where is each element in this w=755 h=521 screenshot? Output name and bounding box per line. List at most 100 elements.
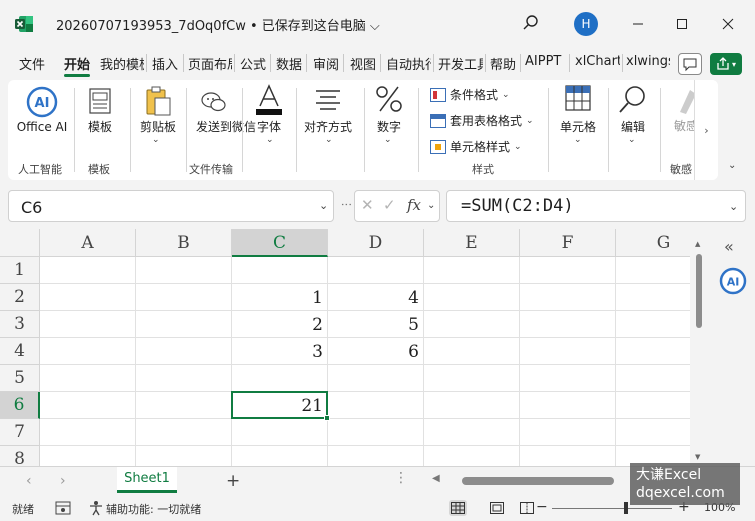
horizontal-scroll-thumb[interactable] bbox=[462, 477, 614, 485]
tab-options-icon[interactable]: ⋮ bbox=[394, 470, 408, 486]
enter-check-icon[interactable]: ✓ bbox=[383, 196, 396, 214]
cell-e8[interactable] bbox=[424, 446, 520, 466]
cell-styles-button[interactable]: 单元格样式 ⌄ bbox=[430, 138, 522, 155]
cell-c4[interactable]: 3 bbox=[232, 338, 328, 365]
zoom-slider-thumb[interactable] bbox=[624, 502, 628, 514]
horizontal-scrollbar[interactable] bbox=[462, 477, 632, 485]
cell-d5[interactable] bbox=[328, 365, 424, 392]
tab-aippt[interactable]: AIPPT bbox=[525, 54, 561, 69]
table-format-button[interactable]: 套用表格格式 ⌄ bbox=[430, 112, 534, 129]
cell-g2[interactable] bbox=[616, 284, 690, 311]
tab-xlwings[interactable]: xlwings bbox=[626, 54, 670, 69]
vertical-scroll-thumb[interactable] bbox=[696, 254, 702, 328]
column-header-a[interactable]: A bbox=[40, 229, 136, 257]
collapse-ribbon-button[interactable]: ⌄ bbox=[728, 160, 736, 171]
tab-home[interactable]: 开始 bbox=[64, 54, 90, 73]
user-avatar[interactable]: H bbox=[574, 12, 598, 36]
cell-f3[interactable] bbox=[520, 311, 616, 338]
row-header-1[interactable]: 1 bbox=[0, 257, 40, 284]
row-header-2[interactable]: 2 bbox=[0, 284, 40, 311]
cell-d6[interactable] bbox=[328, 392, 424, 419]
macro-record-icon[interactable] bbox=[55, 501, 71, 515]
name-box[interactable]: C6 ⌄ bbox=[8, 190, 334, 222]
cell-c8[interactable] bbox=[232, 446, 328, 466]
comments-button[interactable] bbox=[678, 53, 702, 75]
cell-c3[interactable]: 2 bbox=[232, 311, 328, 338]
cell-d7[interactable] bbox=[328, 419, 424, 446]
cell-c1[interactable] bbox=[232, 257, 328, 284]
tab-my-templates[interactable]: 我的模板 bbox=[100, 54, 144, 73]
cell-f7[interactable] bbox=[520, 419, 616, 446]
page-layout-view-button[interactable] bbox=[488, 500, 506, 516]
column-header-g[interactable]: G bbox=[616, 229, 690, 257]
previous-sheet-icon[interactable]: ‹ bbox=[26, 473, 32, 489]
cell-a6[interactable] bbox=[40, 392, 136, 419]
cell-a4[interactable] bbox=[40, 338, 136, 365]
cell-d8[interactable] bbox=[328, 446, 424, 466]
font-button[interactable]: 字体 bbox=[256, 118, 282, 135]
fill-handle[interactable] bbox=[324, 415, 330, 421]
chevron-down-icon[interactable]: ⌄ bbox=[319, 199, 328, 212]
ribbon-scroll-right-button[interactable]: › bbox=[694, 80, 718, 180]
cell-f8[interactable] bbox=[520, 446, 616, 466]
alignment-button[interactable]: 对齐方式 bbox=[302, 118, 354, 135]
row-header-4[interactable]: 4 bbox=[0, 338, 40, 365]
cell-b4[interactable] bbox=[136, 338, 232, 365]
scroll-up-icon[interactable]: ▲ bbox=[695, 240, 700, 248]
tab-insert[interactable]: 插入 bbox=[152, 54, 178, 73]
cell-e5[interactable] bbox=[424, 365, 520, 392]
expand-formula-icon[interactable]: ⌄ bbox=[729, 200, 738, 213]
cell-a3[interactable] bbox=[40, 311, 136, 338]
row-header-6[interactable]: 6 bbox=[0, 392, 40, 419]
cell-f4[interactable] bbox=[520, 338, 616, 365]
row-header-8[interactable]: 8 bbox=[0, 446, 40, 466]
cell-e2[interactable] bbox=[424, 284, 520, 311]
column-header-c[interactable]: C bbox=[232, 229, 328, 257]
cell-d1[interactable] bbox=[328, 257, 424, 284]
cells-button[interactable]: 单元格 bbox=[556, 118, 600, 135]
cell-a7[interactable] bbox=[40, 419, 136, 446]
cell-e4[interactable] bbox=[424, 338, 520, 365]
cell-f5[interactable] bbox=[520, 365, 616, 392]
minimize-button[interactable] bbox=[624, 10, 652, 38]
row-header-3[interactable]: 3 bbox=[0, 311, 40, 338]
tab-page-layout[interactable]: 页面布局 bbox=[188, 54, 232, 73]
cell-e1[interactable] bbox=[424, 257, 520, 284]
accessibility-icon[interactable] bbox=[88, 500, 104, 516]
formula-input[interactable]: =SUM(C2:D4) ⌄ bbox=[446, 190, 746, 222]
zoom-slider[interactable] bbox=[552, 508, 672, 509]
cell-g1[interactable] bbox=[616, 257, 690, 284]
cancel-icon[interactable]: ✕ bbox=[361, 196, 374, 214]
cell-d3[interactable]: 5 bbox=[328, 311, 424, 338]
page-break-view-button[interactable] bbox=[518, 500, 536, 516]
cell-b5[interactable] bbox=[136, 365, 232, 392]
chevron-down-icon[interactable]: ⌄ bbox=[427, 200, 435, 211]
tab-developer[interactable]: 开发工具 bbox=[438, 54, 483, 73]
insert-function-button[interactable]: fx bbox=[407, 196, 421, 214]
cell-e7[interactable] bbox=[424, 419, 520, 446]
cell-a1[interactable] bbox=[40, 257, 136, 284]
cell-b7[interactable] bbox=[136, 419, 232, 446]
cell-f1[interactable] bbox=[520, 257, 616, 284]
cell-b2[interactable] bbox=[136, 284, 232, 311]
editing-button[interactable]: 编辑 bbox=[618, 118, 648, 135]
spreadsheet-grid[interactable]: A B C D E F G 1 2 1 4 3 2 5 4 3 6 5 6 21 7 8 bbox=[0, 229, 690, 466]
conditional-format-button[interactable]: 条件格式 ⌄ bbox=[430, 86, 510, 103]
cell-c5[interactable] bbox=[232, 365, 328, 392]
column-header-f[interactable]: F bbox=[520, 229, 616, 257]
cell-b1[interactable] bbox=[136, 257, 232, 284]
tab-formulas[interactable]: 公式 bbox=[240, 54, 266, 73]
cell-f6[interactable] bbox=[520, 392, 616, 419]
cell-e3[interactable] bbox=[424, 311, 520, 338]
office-ai-pane-icon[interactable]: AI bbox=[719, 267, 747, 295]
column-header-b[interactable]: B bbox=[136, 229, 232, 257]
accessibility-status[interactable]: 辅助功能: 一切就绪 bbox=[106, 501, 201, 517]
tab-xlchart[interactable]: xlChart bbox=[575, 54, 620, 69]
tab-review[interactable]: 审阅 bbox=[313, 54, 339, 73]
tab-view[interactable]: 视图 bbox=[350, 54, 376, 73]
sheet-tab[interactable]: Sheet1 bbox=[117, 467, 177, 493]
cell-f2[interactable] bbox=[520, 284, 616, 311]
cell-c2[interactable]: 1 bbox=[232, 284, 328, 311]
next-sheet-icon[interactable]: › bbox=[60, 473, 66, 489]
normal-view-button[interactable] bbox=[449, 500, 467, 516]
